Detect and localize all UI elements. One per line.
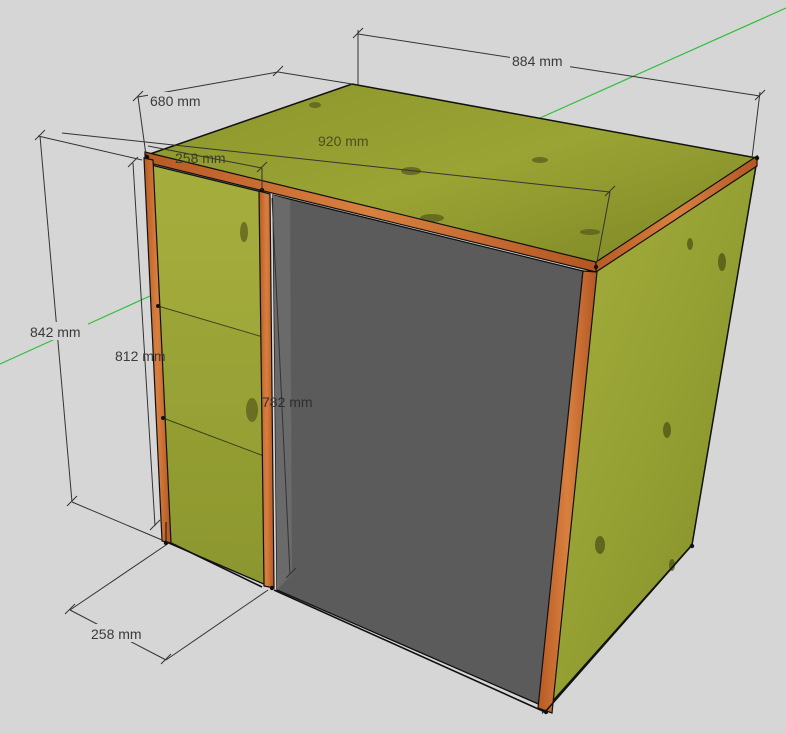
sketchup-viewport[interactable]: 884 mm 680 mm 920 mm 258 mm 842 mm 812 m… [0, 0, 786, 728]
dim-label-height-inner[interactable]: 812 mm [115, 348, 166, 364]
dim-label-top-inner-width[interactable]: 920 mm [318, 133, 369, 149]
dim-label-drawer-width-top[interactable]: 258 mm [175, 150, 226, 166]
dim-label-depth-top[interactable]: 680 mm [150, 93, 201, 109]
cabinet-opening[interactable] [272, 194, 584, 707]
dim-label-height-overall[interactable]: 842 mm [30, 324, 81, 340]
green-axis-upper [539, 7, 786, 119]
model-canvas[interactable]: 884 mm 680 mm 920 mm 258 mm 842 mm 812 m… [0, 0, 786, 728]
dim-label-drawer-width-bottom[interactable]: 258 mm [91, 626, 142, 642]
dim-label-width-top[interactable]: 884 mm [512, 53, 563, 69]
dim-label-opening-height[interactable]: 782 mm [262, 394, 313, 410]
